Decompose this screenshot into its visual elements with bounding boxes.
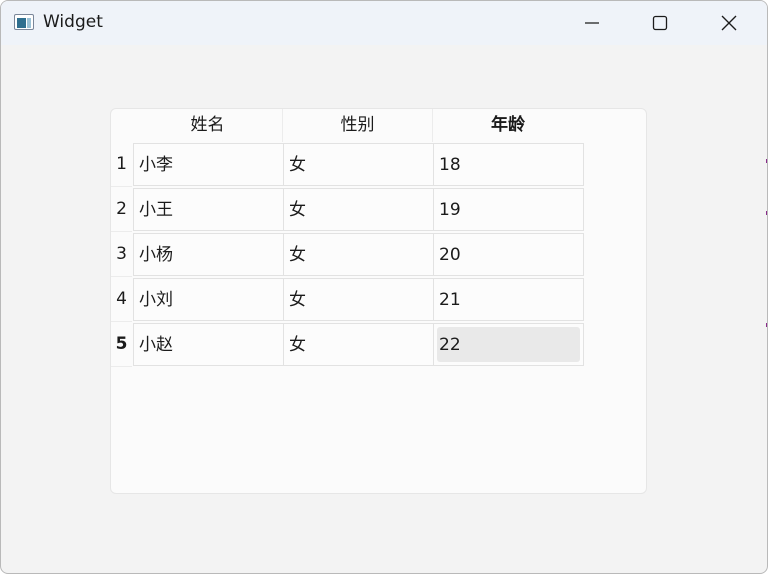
maximize-button[interactable] (626, 1, 694, 45)
title-bar[interactable]: Widget (1, 1, 767, 45)
row-header[interactable]: 2 (111, 187, 132, 232)
minimize-icon (585, 22, 599, 24)
column-header-name[interactable]: 姓名 (133, 109, 283, 142)
column-header-gender[interactable]: 性别 (283, 109, 433, 142)
table-cell[interactable]: 小王 (133, 188, 284, 231)
table-cell[interactable]: 女 (283, 188, 434, 231)
table-cell[interactable]: 小杨 (133, 233, 284, 276)
row-header-selected[interactable]: 5 (111, 322, 132, 367)
table-cell-selected[interactable]: 22 (433, 323, 584, 366)
window-title: Widget (43, 12, 103, 32)
minimize-button[interactable] (558, 1, 626, 45)
close-icon (721, 15, 737, 31)
table-cell[interactable]: 女 (283, 143, 434, 186)
table-cell[interactable]: 19 (433, 188, 584, 231)
table-widget[interactable]: 姓名 性别 年龄 1 小李 女 18 2 小王 女 19 3 小杨 女 20 4… (110, 108, 647, 494)
table-cell[interactable]: 18 (433, 143, 584, 186)
table-cell[interactable]: 21 (433, 278, 584, 321)
table-cell[interactable]: 20 (433, 233, 584, 276)
maximize-icon (652, 15, 668, 31)
row-header[interactable]: 4 (111, 277, 132, 322)
table-cell[interactable]: 女 (283, 323, 434, 366)
table-cell[interactable]: 女 (283, 278, 434, 321)
row-header[interactable]: 3 (111, 232, 132, 277)
table-cell[interactable]: 小赵 (133, 323, 284, 366)
app-window: Widget 姓名 性别 年龄 1 小李 女 18 2 小王 女 19 3 小杨… (0, 0, 768, 574)
column-header-age[interactable]: 年龄 (433, 109, 583, 142)
table-cell[interactable]: 小李 (133, 143, 284, 186)
table-cell[interactable]: 女 (283, 233, 434, 276)
widget-app-icon (14, 14, 34, 30)
row-header[interactable]: 1 (111, 142, 132, 187)
table-cell[interactable]: 小刘 (133, 278, 284, 321)
cell-text: 22 (439, 335, 461, 355)
close-button[interactable] (695, 1, 763, 45)
